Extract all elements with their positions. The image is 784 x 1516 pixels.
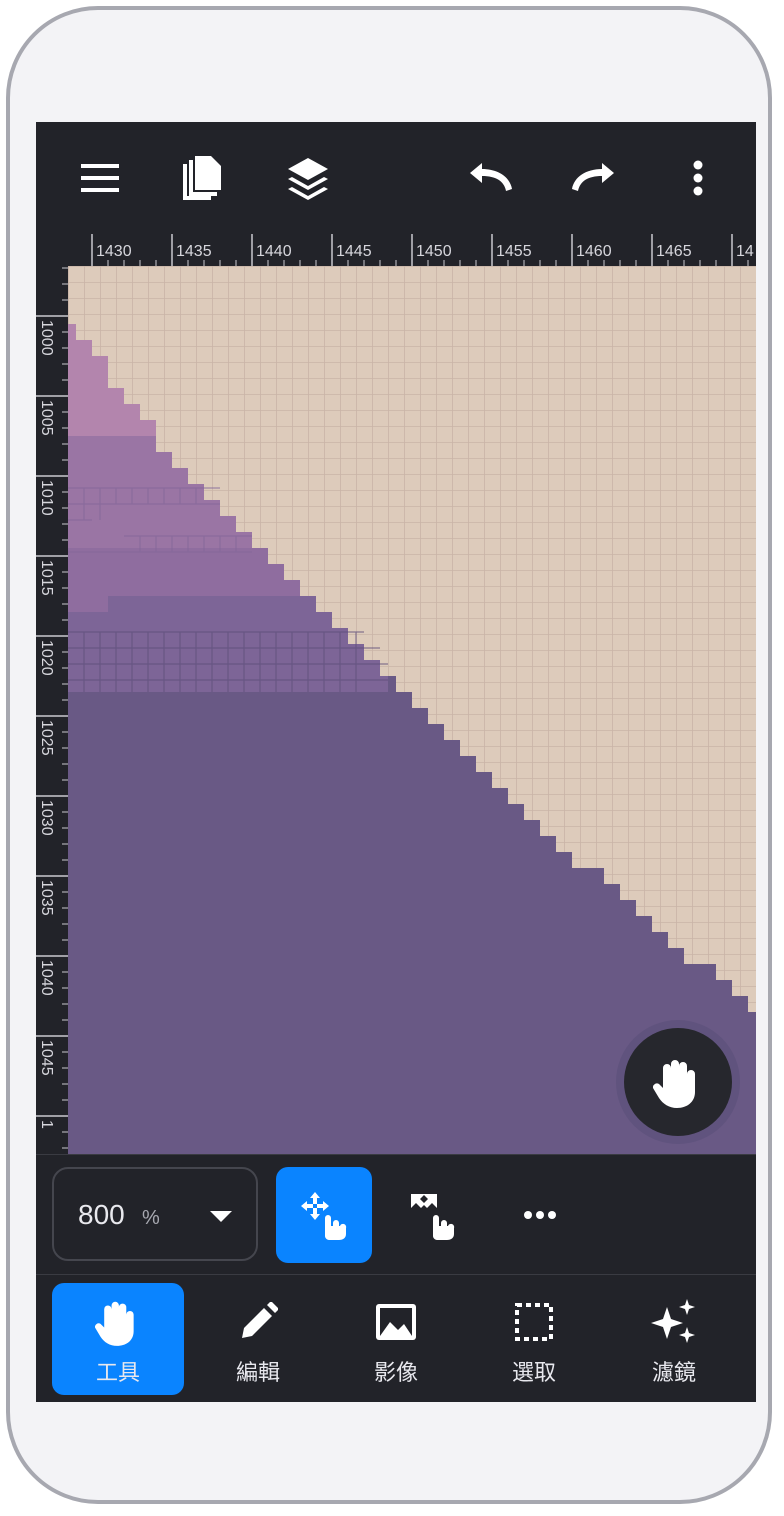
image-icon [376,1304,416,1340]
ruler-label: 1460 [576,243,612,260]
ruler-label: 1005 [38,400,55,436]
zoom-value: 800 [78,1199,125,1230]
tab-image[interactable]: 影像 [330,1283,462,1395]
tab-label: 編輯 [235,1361,280,1386]
menu-icon[interactable] [70,148,130,208]
ruler-label: 1455 [496,243,532,260]
ruler-label: 1045 [38,1040,55,1076]
image-canvas[interactable] [68,266,756,1154]
selection-icon [515,1303,553,1341]
hand-icon [653,1060,695,1108]
sparkle-icon [651,1299,695,1343]
ruler-label: 1000 [38,320,55,356]
ruler-label: 1435 [176,243,212,260]
tab-label: 工具 [95,1361,140,1386]
move-touch-button[interactable] [276,1167,372,1263]
ruler-label: 1020 [38,640,55,676]
ruler-label: 1030 [38,800,55,836]
more-vertical-icon[interactable] [668,148,728,208]
resize-touch-button[interactable] [384,1167,480,1263]
more-modes-button[interactable] [492,1167,588,1263]
hand-icon [95,1301,134,1346]
pan-tool-fab[interactable] [624,1028,732,1136]
top-toolbar [36,122,756,234]
pages-icon[interactable] [172,148,232,208]
ruler-label: 1430 [96,243,132,260]
ruler-label: 1025 [38,720,55,756]
app-screen: 1430 1435 1440 1445 1450 1455 1460 1465 14 995 10… [36,122,756,1402]
undo-icon[interactable] [460,148,520,208]
ruler-label: 1010 [38,480,55,516]
redo-icon[interactable] [564,148,624,208]
tab-tools[interactable]: 工具 [52,1283,184,1395]
ruler-label: 1 [38,1120,55,1129]
move-touch-icon [301,1192,347,1240]
ruler-vertical: 995 1000 1005 1010 1015 1020 1025 1030 1035 1040 1… [36,266,68,1154]
pencil-icon [242,1302,278,1338]
ruler-label: 1450 [416,243,452,260]
ruler-label: 1040 [38,960,55,996]
ruler-label: 1015 [38,560,55,596]
ruler-horizontal: 1430 1435 1440 1445 1450 1455 1460 1465 14 [36,234,756,266]
ruler-label: 1035 [38,880,55,916]
zoom-mode-bar: 800 % [36,1154,756,1274]
ruler-label: 1440 [256,243,292,260]
zoom-unit: % [142,1207,160,1229]
bottom-tab-bar: 工具 編輯 影像 選取 濾鏡 [36,1274,756,1402]
layers-icon[interactable] [278,148,338,208]
ruler-label: 1445 [336,243,372,260]
tab-edit[interactable]: 編輯 [192,1283,324,1395]
ruler-label: 14 [736,243,754,260]
resize-touch-icon [411,1194,455,1240]
zoom-dropdown[interactable]: 800 % [52,1167,258,1261]
chevron-down-icon [210,1211,232,1222]
tab-label: 選取 [511,1361,556,1386]
phone-frame: 1430 1435 1440 1445 1450 1455 1460 1465 14 995 10… [6,6,772,1504]
ruler-label: 995 [38,266,55,267]
ruler-label: 1465 [656,243,692,260]
tab-label: 濾鏡 [651,1361,696,1386]
tab-label: 影像 [373,1361,418,1386]
tab-filter[interactable]: 濾鏡 [608,1283,740,1395]
more-horizontal-icon [524,1211,556,1219]
tab-select[interactable]: 選取 [468,1283,600,1395]
